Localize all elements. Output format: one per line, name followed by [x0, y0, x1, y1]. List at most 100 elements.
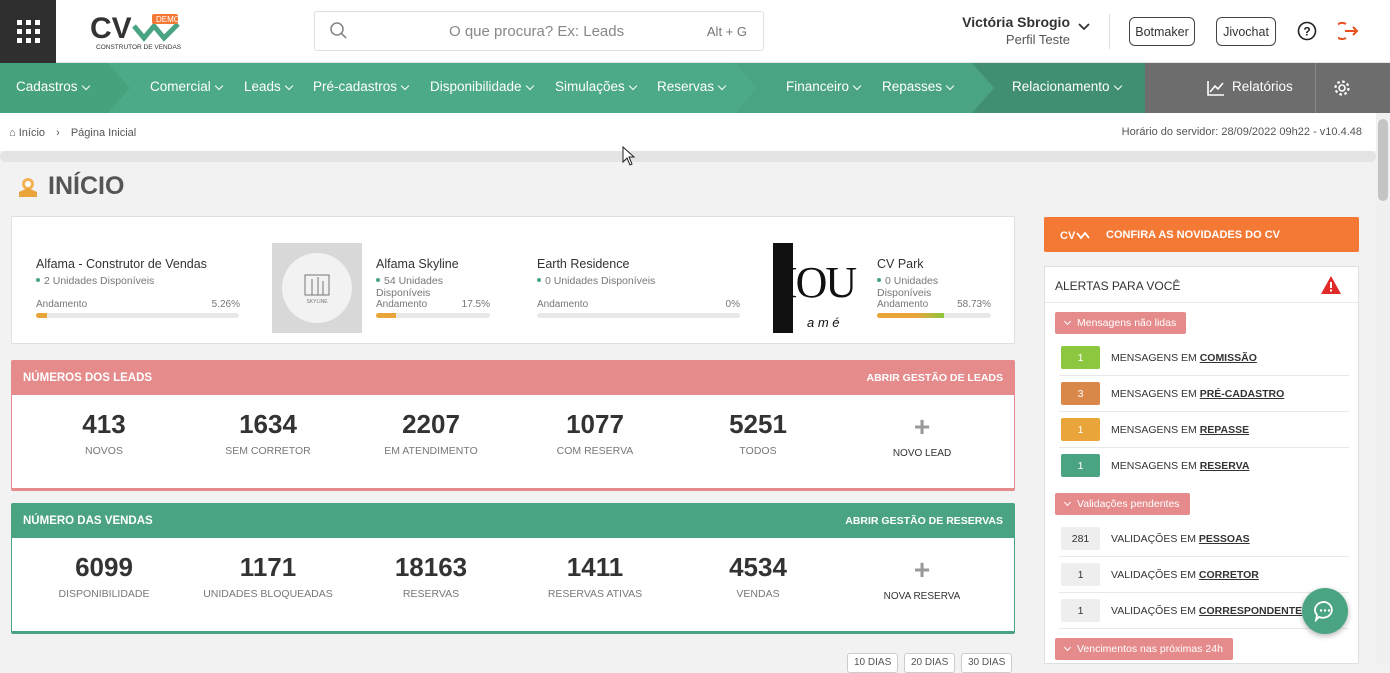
- user-name: Victória Sbrogio: [962, 14, 1070, 30]
- enterprise-image: SKYLINE: [272, 243, 362, 333]
- stat-disponibilidade[interactable]: 6099 DISPONIBILIDADE: [24, 552, 184, 600]
- gear-icon[interactable]: [1333, 79, 1351, 97]
- chat-icon: [1314, 601, 1333, 622]
- mouse-cursor-icon: [622, 146, 636, 166]
- progress-bar: [36, 313, 239, 318]
- leads-card: NÚMEROS DOS LEADS ABRIR GESTÃO DE LEADS …: [11, 360, 1015, 491]
- chevron-down-icon: [81, 81, 90, 91]
- sales-card: NÚMERO DAS VENDAS ABRIR GESTÃO DE RESERV…: [11, 503, 1015, 634]
- help-icon[interactable]: ?: [1297, 21, 1317, 41]
- stat-sem-corretor[interactable]: 1634 SEM CORRETOR: [188, 409, 348, 457]
- nav-relatorios[interactable]: Relatórios: [1232, 79, 1293, 94]
- nav-comercial[interactable]: Comercial: [150, 79, 224, 94]
- divider: [1315, 63, 1316, 113]
- search-box[interactable]: O que procura? Ex: Leads Alt + G: [314, 11, 764, 51]
- top-bar: CV DEMO CONSTRUTOR DE VENDAS O que procu…: [0, 0, 1390, 63]
- nav-relacionamento[interactable]: Relacionamento: [1012, 79, 1122, 94]
- svg-text:CONSTRUTOR DE VENDAS: CONSTRUTOR DE VENDAS: [96, 44, 182, 51]
- breadcrumb-home[interactable]: Início: [19, 127, 45, 139]
- chevron-down-icon[interactable]: [1078, 22, 1090, 32]
- plus-icon: +: [913, 554, 931, 585]
- svg-text:CV: CV: [1060, 230, 1076, 242]
- alert-row[interactable]: 281 VALIDAÇÕES EM PESSOAS: [1059, 521, 1349, 557]
- new-reserva-button[interactable]: + NOVA RESERVA: [842, 554, 1002, 603]
- chevron-down-icon: [284, 81, 294, 91]
- chevron-down-icon: [525, 81, 534, 91]
- open-reservas-link[interactable]: ABRIR GESTÃO DE RESERVAS: [845, 515, 1003, 527]
- nav-repasses[interactable]: Repasses: [882, 79, 955, 94]
- new-lead-button[interactable]: + NOVO LEAD: [842, 411, 1002, 460]
- stat-reservas-ativas[interactable]: 1411 RESERVAS ATIVAS: [515, 552, 675, 600]
- enterprises-panel: Alfama - Construtor de Vendas 2 Unidades…: [11, 216, 1015, 344]
- tab-20-dias[interactable]: 20 DIAS: [904, 653, 956, 673]
- stat-em-atendimento[interactable]: 2207 EM ATENDIMENTO: [351, 409, 511, 457]
- enterprise-card[interactable]: Alfama - Construtor de Vendas 2 Unidades…: [36, 257, 240, 318]
- alert-row[interactable]: 1 MENSAGENS EM REPASSE: [1059, 412, 1349, 448]
- logout-icon[interactable]: [1338, 20, 1360, 42]
- nav-right: Relatórios: [1145, 63, 1390, 113]
- nav-simulacoes[interactable]: Simulações: [555, 79, 638, 94]
- enterprise-image: IOU a m é: [773, 243, 863, 333]
- chevron-down-icon: [1113, 81, 1122, 91]
- chevron-down-icon: [852, 81, 862, 91]
- nav-cadastros[interactable]: Cadastros: [16, 79, 90, 94]
- stat-vendas[interactable]: 4534 VENDAS: [678, 552, 838, 600]
- user-profile: Perfil Teste: [1005, 32, 1070, 47]
- stat-reservas[interactable]: 18163 RESERVAS: [351, 552, 511, 600]
- leads-title: NÚMEROS DOS LEADS: [23, 372, 153, 384]
- tab-30-dias[interactable]: 30 DIAS: [961, 653, 1013, 673]
- nav-disponibilidade[interactable]: Disponibilidade: [430, 79, 534, 94]
- logo[interactable]: CV DEMO CONSTRUTOR DE VENDAS: [88, 12, 188, 52]
- server-time: Horário do servidor: 28/09/2022 09h22 - …: [1121, 126, 1362, 138]
- stat-novos[interactable]: 413 NOVOS: [24, 409, 184, 457]
- stat-unidades-bloqueadas[interactable]: 1171 UNIDADES BLOQUEADAS: [188, 552, 348, 600]
- alert-row[interactable]: 1 VALIDAÇÕES EM CORRETOR: [1059, 557, 1349, 593]
- cv-logo-icon: CV: [1060, 230, 1090, 242]
- enterprise-card[interactable]: Alfama Skyline 54 Unidades Disponíveis A…: [376, 257, 490, 318]
- chat-button[interactable]: [1302, 588, 1348, 634]
- divider: [0, 151, 1376, 162]
- progress-bar: [376, 313, 490, 318]
- jivochat-button[interactable]: Jivochat: [1216, 17, 1276, 46]
- plus-icon: +: [913, 411, 931, 442]
- svg-text:CV: CV: [90, 12, 132, 45]
- page-title: INÍCIO: [16, 172, 124, 201]
- breadcrumb-current: Página Inicial: [70, 127, 137, 139]
- search-shortcut: Alt + G: [706, 24, 747, 39]
- scrollbar[interactable]: [1376, 113, 1390, 664]
- breadcrumb: ⌂ Início › Página Inicial Horário do ser…: [0, 113, 1376, 151]
- alert-row[interactable]: 3 MENSAGENS EM PRÉ-CADASTRO: [1059, 376, 1349, 412]
- home-icon: ⌂: [9, 127, 16, 139]
- nav-reservas[interactable]: Reservas: [657, 79, 727, 94]
- stat-com-reserva[interactable]: 1077 COM RESERVA: [515, 409, 675, 457]
- chevron-right-icon: ›: [56, 127, 60, 139]
- nav-financeiro[interactable]: Financeiro: [786, 79, 862, 94]
- chevron-down-icon: [400, 81, 410, 91]
- botmaker-button[interactable]: Botmaker: [1129, 17, 1195, 46]
- chevron-down-icon: [628, 81, 638, 91]
- chart-icon: [1207, 81, 1224, 96]
- group-mensagens[interactable]: Mensagens não lidas: [1055, 312, 1187, 334]
- stat-todos[interactable]: 5251 TODOS: [678, 409, 838, 457]
- nav-pre-cadastros[interactable]: Pré-cadastros: [313, 79, 410, 94]
- divider: [1109, 14, 1110, 49]
- svg-text:?: ?: [1303, 25, 1310, 39]
- open-leads-link[interactable]: ABRIR GESTÃO DE LEADS: [866, 372, 1003, 384]
- apps-menu-button[interactable]: [0, 0, 56, 63]
- nav-leads[interactable]: Leads: [244, 79, 294, 94]
- enterprise-card[interactable]: CV Park 0 Unidades Disponíveis Andamento…: [877, 257, 991, 318]
- svg-text:DEMO: DEMO: [156, 15, 180, 24]
- search-input[interactable]: O que procura? Ex: Leads: [449, 23, 624, 40]
- group-vencimentos[interactable]: Vencimentos nas próximas 24h: [1055, 638, 1233, 660]
- alert-row[interactable]: 1 MENSAGENS EM COMISSÃO: [1059, 340, 1349, 376]
- user-menu[interactable]: Victória Sbrogio Perfil Teste: [940, 14, 1070, 47]
- news-button[interactable]: CV CONFIRA AS NOVIDADES DO CV: [1044, 217, 1359, 252]
- alert-row[interactable]: 1 MENSAGENS EM RESERVA: [1059, 448, 1349, 484]
- group-validacoes[interactable]: Validações pendentes: [1055, 493, 1190, 515]
- grid-icon: [16, 20, 40, 43]
- progress-bar: [877, 313, 991, 318]
- alerts-title: ALERTAS PARA VOCÊ: [1055, 279, 1181, 293]
- tab-10-dias[interactable]: 10 DIAS: [847, 653, 899, 673]
- enterprise-card[interactable]: Earth Residence 0 Unidades Disponíveis A…: [537, 257, 740, 318]
- chevron-down-icon: [214, 81, 224, 91]
